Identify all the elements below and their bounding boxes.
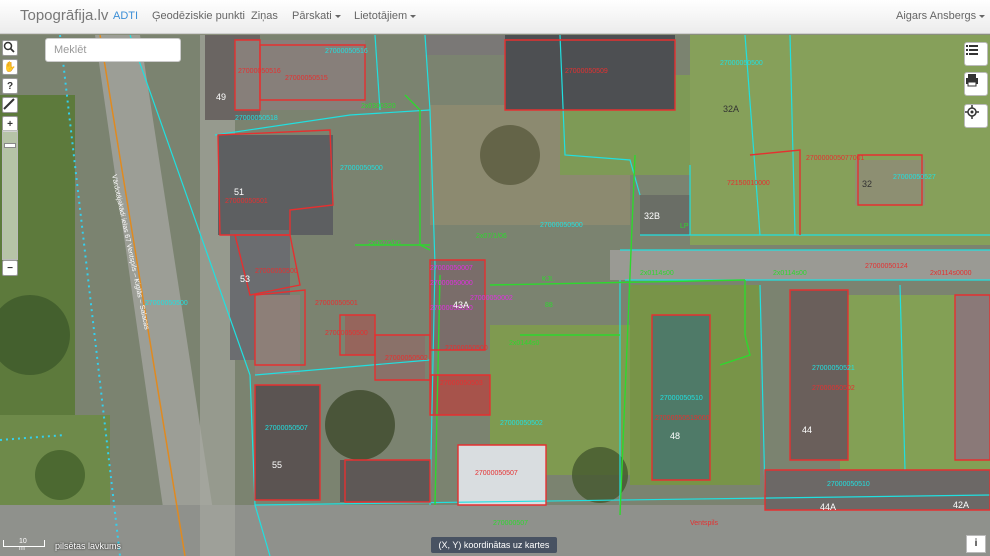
svg-text:43A: 43A bbox=[453, 300, 469, 310]
layers-button[interactable] bbox=[964, 42, 988, 66]
svg-text:27000050502: 27000050502 bbox=[500, 420, 543, 427]
nav-news[interactable]: Ziņas bbox=[251, 10, 278, 22]
locate-button[interactable] bbox=[964, 104, 988, 128]
svg-text:88: 88 bbox=[545, 302, 553, 309]
map-canvas[interactable]: 27000050516 27000050515 27000050509 2700… bbox=[0, 35, 990, 556]
pan-tool[interactable]: ✋ bbox=[2, 59, 18, 75]
svg-text:27000050500: 27000050500 bbox=[445, 345, 488, 352]
svg-text:27000050509: 27000050509 bbox=[565, 68, 608, 75]
printer-icon bbox=[966, 74, 978, 87]
svg-text:42A: 42A bbox=[953, 500, 969, 510]
svg-text:27000050518: 27000050518 bbox=[235, 115, 278, 122]
svg-text:27000050500: 27000050500 bbox=[255, 268, 298, 275]
svg-text:KJL: KJL bbox=[542, 276, 554, 283]
svg-text:27000050521: 27000050521 bbox=[812, 365, 855, 372]
minus-icon: − bbox=[7, 262, 13, 274]
svg-text:Ventspils: Ventspils bbox=[690, 520, 719, 527]
svg-text:27000050007: 27000050007 bbox=[430, 265, 473, 272]
nav-geodetic-points[interactable]: Ģeodēziskie punkti bbox=[152, 10, 245, 22]
svg-text:44A: 44A bbox=[820, 502, 836, 512]
nav-for-users-label: Lietotājiem bbox=[354, 10, 408, 22]
svg-text:27000050500: 27000050500 bbox=[720, 60, 763, 67]
svg-text:2x0114s00: 2x0114s00 bbox=[773, 270, 807, 277]
svg-text:27000050500: 27000050500 bbox=[145, 300, 188, 307]
nav-reports[interactable]: Pārskati bbox=[292, 10, 341, 22]
zoom-slider[interactable] bbox=[2, 130, 18, 260]
svg-text:27000050516: 27000050516 bbox=[325, 48, 368, 55]
svg-text:27000050515: 27000050515 bbox=[285, 75, 328, 82]
svg-text:27000050507: 27000050507 bbox=[475, 470, 518, 477]
svg-text:27000050510: 27000050510 bbox=[827, 481, 870, 488]
svg-text:2x0300320: 2x0300320 bbox=[361, 103, 396, 110]
chevron-down-icon bbox=[979, 14, 986, 18]
svg-text:27000050527: 27000050527 bbox=[893, 174, 936, 181]
svg-text:27000050500: 27000050500 bbox=[340, 165, 383, 172]
user-menu[interactable]: Aigars Ansbergs bbox=[896, 10, 986, 22]
print-button[interactable] bbox=[964, 72, 988, 96]
zoom-out-button[interactable]: − bbox=[2, 260, 18, 276]
svg-text:27000050516: 27000050516 bbox=[238, 68, 281, 75]
svg-text:270000005077001: 270000005077001 bbox=[806, 155, 865, 162]
svg-text:51: 51 bbox=[234, 187, 244, 197]
svg-text:27000050502: 27000050502 bbox=[812, 385, 855, 392]
plus-icon: + bbox=[7, 118, 13, 130]
info-button[interactable]: i bbox=[966, 535, 986, 553]
user-name: Aigars Ansbergs bbox=[896, 10, 977, 22]
ruler-icon bbox=[3, 98, 15, 110]
svg-text:2x0114s00: 2x0114s00 bbox=[640, 270, 674, 277]
list-icon bbox=[966, 45, 978, 55]
svg-text:32B: 32B bbox=[644, 211, 660, 221]
svg-text:44: 44 bbox=[802, 425, 812, 435]
svg-text:48: 48 bbox=[670, 431, 680, 441]
svg-text:53: 53 bbox=[240, 274, 250, 284]
svg-text:2x0114s0000: 2x0114s0000 bbox=[930, 270, 972, 277]
svg-text:270000507: 270000507 bbox=[493, 520, 528, 527]
brand-link[interactable]: Topogrāfija.lv bbox=[20, 7, 108, 24]
coordinates-button[interactable]: (X, Y) koordinātas uz kartes bbox=[431, 537, 557, 553]
hand-icon: ✋ bbox=[3, 61, 17, 73]
house-number: 49 bbox=[216, 92, 226, 102]
svg-text:27000050507: 27000050507 bbox=[265, 425, 308, 432]
help-tool[interactable]: ? bbox=[2, 78, 18, 94]
measure-tool[interactable] bbox=[2, 97, 18, 113]
zoom-box-tool[interactable] bbox=[2, 40, 18, 56]
svg-text:72150010000: 72150010000 bbox=[727, 180, 770, 187]
top-navbar: Topogrāfija.lv ADTI Ģeodēziskie punkti Z… bbox=[0, 0, 990, 34]
svg-text:LP: LP bbox=[680, 223, 689, 230]
svg-text:27000050500: 27000050500 bbox=[325, 330, 368, 337]
chevron-down-icon bbox=[410, 14, 417, 18]
township-label: pilsētas lavkums bbox=[55, 541, 122, 551]
nav-for-users[interactable]: Lietotājiem bbox=[354, 10, 417, 22]
svg-text:2x07/1/06: 2x07/1/06 bbox=[476, 233, 507, 240]
svg-text:27000050501: 27000050501 bbox=[225, 198, 268, 205]
svg-text:27000050124: 27000050124 bbox=[865, 263, 908, 270]
svg-text:32A: 32A bbox=[723, 104, 739, 114]
nav-adti[interactable]: ADTI bbox=[113, 10, 138, 22]
svg-text:2x0144s0: 2x0144s0 bbox=[509, 340, 539, 347]
question-icon: ? bbox=[6, 80, 14, 92]
svg-text:27000050500: 27000050500 bbox=[540, 222, 583, 229]
svg-text:2x0670/00: 2x0670/00 bbox=[368, 240, 401, 247]
zoom-slider-thumb[interactable] bbox=[4, 143, 16, 148]
magnifier-icon bbox=[3, 41, 15, 53]
svg-text:27000050503: 27000050503 bbox=[440, 380, 483, 387]
svg-text:55: 55 bbox=[272, 460, 282, 470]
svg-text:27000050002: 27000050002 bbox=[470, 295, 513, 302]
svg-text:27000050502: 27000050502 bbox=[385, 355, 428, 362]
svg-text:32: 32 bbox=[862, 179, 872, 189]
chevron-down-icon bbox=[334, 14, 341, 18]
aerial-map: 27000050516 27000050515 27000050509 2700… bbox=[0, 35, 990, 556]
svg-text:27000050510: 27000050510 bbox=[660, 395, 703, 402]
nav-reports-label: Pārskati bbox=[292, 10, 332, 22]
crosshair-icon bbox=[965, 105, 979, 119]
search-input[interactable] bbox=[45, 38, 181, 62]
svg-text:27000050000: 27000050000 bbox=[430, 280, 473, 287]
scale-label: 10 m bbox=[19, 538, 27, 552]
svg-text:27000050519000: 27000050519000 bbox=[655, 415, 710, 422]
svg-text:27000050501: 27000050501 bbox=[315, 300, 358, 307]
